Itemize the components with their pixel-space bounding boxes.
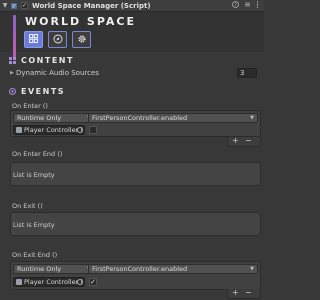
on-enter-object-value: Player Controller ( — [24, 126, 83, 134]
on-exit-end-remove-button[interactable]: − — [245, 288, 252, 297]
gameobject-icon — [16, 127, 22, 133]
on-exit-end-function-value: FirstPersonController.enabled — [92, 265, 188, 273]
component-enabled-checkbox[interactable]: ✓ — [21, 2, 28, 9]
on-enter-object-field[interactable]: Player Controller ( — [13, 125, 85, 135]
on-enter-runtime-dropdown[interactable]: Runtime Only ▼ — [13, 113, 95, 123]
on-enter-function-dropdown[interactable]: FirstPersonController.enabled ▼ — [88, 113, 258, 123]
events-icon — [8, 87, 16, 95]
on-exit-label: On Exit () — [12, 202, 43, 210]
on-exit-end-object-value: Player Controller ( — [24, 278, 83, 286]
help-icon[interactable]: ? — [232, 1, 239, 10]
on-enter-add-button[interactable]: + — [232, 136, 239, 145]
more-icon[interactable] — [256, 1, 259, 10]
content-section-title: CONTENT — [21, 55, 74, 65]
events-section-header: EVENTS — [0, 84, 264, 98]
compass-icon — [53, 34, 63, 46]
on-exit-end-event-list: Runtime Only ▼ FirstPersonController.ena… — [10, 261, 261, 290]
title-banner: WORLD SPACE — [0, 12, 264, 60]
component-title: World Space Manager (Script) — [32, 1, 151, 10]
on-exit-end-add-button[interactable]: + — [232, 288, 239, 297]
on-enter-bool-toggle[interactable] — [89, 126, 97, 134]
on-exit-end-label: On Exit End () — [12, 251, 58, 259]
tab-settings-button[interactable] — [72, 31, 91, 48]
on-exit-end-bool-toggle[interactable]: ✓ — [89, 278, 97, 286]
dynamic-audio-count-field[interactable]: 3 — [237, 68, 257, 78]
events-section-title: EVENTS — [21, 86, 66, 96]
on-enter-event-list: Runtime Only ▼ FirstPersonController.ena… — [10, 110, 261, 137]
on-enter-runtime-value: Runtime Only — [17, 114, 62, 122]
object-picker-icon[interactable] — [77, 127, 83, 133]
content-section-header: CONTENT — [0, 53, 264, 67]
dynamic-audio-sources-label: Dynamic Audio Sources — [16, 69, 99, 77]
tab-content-button[interactable] — [24, 31, 43, 48]
foldout-arrow-icon[interactable]: ▼ — [1, 2, 9, 9]
chevron-down-icon: ▼ — [250, 115, 254, 121]
on-exit-empty-text: List is Empty — [13, 221, 55, 229]
on-exit-event-list: List is Empty — [10, 212, 261, 236]
on-exit-end-runtime-dropdown[interactable]: Runtime Only ▼ — [13, 264, 95, 274]
component-header: ▼ ✓ World Space Manager (Script) ? — [0, 0, 264, 12]
on-exit-end-object-field[interactable]: Player Controller ( — [13, 277, 85, 287]
on-enter-label: On Enter () — [12, 102, 48, 110]
script-icon — [10, 2, 18, 10]
content-grid-icon — [8, 56, 16, 64]
on-enter-end-event-list: List is Empty — [10, 162, 261, 186]
on-enter-end-label: On Enter End () — [12, 150, 63, 158]
gameobject-icon — [16, 279, 22, 285]
on-enter-function-value: FirstPersonController.enabled — [92, 114, 188, 122]
on-enter-remove-button[interactable]: − — [245, 136, 252, 145]
tab-navigation-button[interactable] — [48, 31, 67, 48]
on-enter-end-empty-text: List is Empty — [13, 171, 55, 179]
chevron-down-icon: ▼ — [250, 266, 254, 272]
svg-text:?: ? — [234, 2, 237, 8]
grid-icon — [29, 34, 38, 45]
dynamic-audio-sources-row[interactable]: ▶ Dynamic Audio Sources 3 — [0, 67, 264, 79]
on-exit-end-runtime-value: Runtime Only — [17, 265, 62, 273]
banner-title: WORLD SPACE — [25, 15, 136, 28]
on-exit-end-function-dropdown[interactable]: FirstPersonController.enabled ▼ — [88, 264, 258, 274]
object-picker-icon[interactable] — [77, 279, 83, 285]
gear-icon — [77, 34, 87, 46]
preset-icon[interactable] — [244, 1, 251, 10]
